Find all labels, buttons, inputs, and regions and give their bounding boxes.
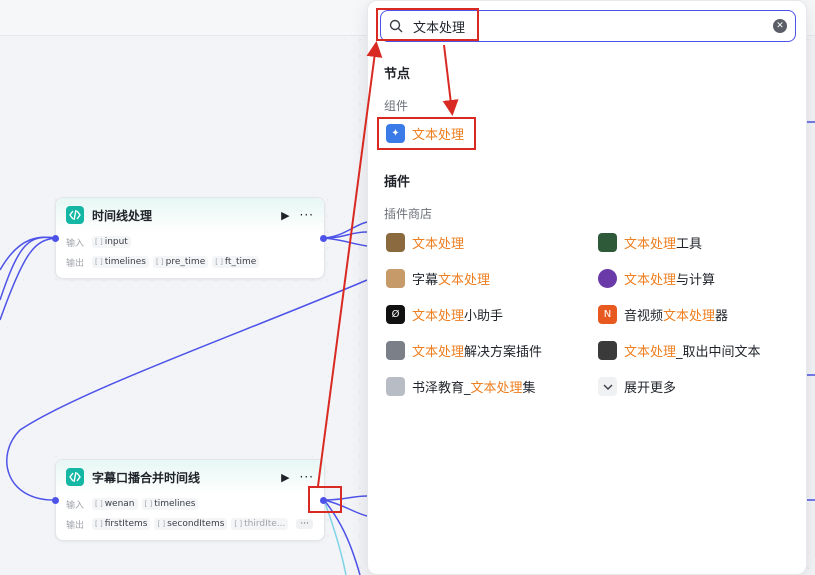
annotation-arrows <box>317 41 459 487</box>
annotation-arrow <box>442 44 459 116</box>
annotation-arrow <box>317 41 383 487</box>
